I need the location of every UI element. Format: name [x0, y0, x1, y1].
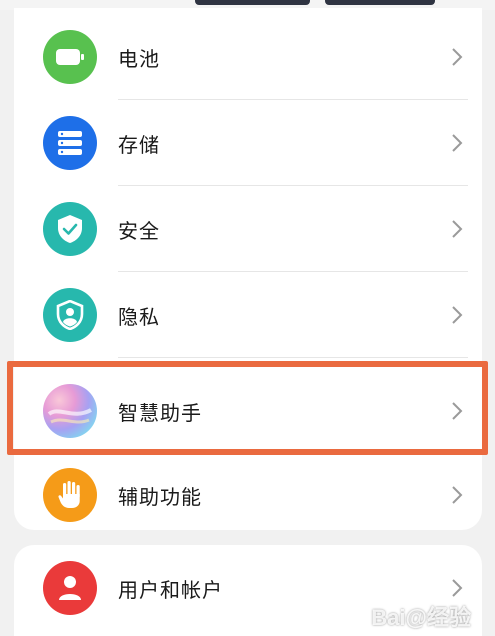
settings-screen: 电池 存储 安全 隐私 智慧助手 辅助功能 用户和帐户 Bai@经验 — [0, 0, 495, 636]
settings-group-main: 电池 存储 安全 隐私 智慧助手 辅助功能 — [14, 8, 482, 530]
watermark: Bai@经验 — [371, 605, 471, 630]
privacy-shield-icon — [43, 288, 97, 342]
settings-item-storage[interactable]: 存储 — [14, 100, 482, 186]
battery-icon — [43, 30, 97, 84]
chevron-right-icon — [452, 579, 463, 597]
settings-item-security[interactable]: 安全 — [14, 186, 482, 272]
settings-item-battery[interactable]: 电池 — [14, 14, 482, 100]
shield-check-icon — [43, 202, 97, 256]
chevron-right-icon — [452, 48, 463, 66]
hand-icon — [43, 468, 97, 522]
storage-icon — [43, 116, 97, 170]
chevron-right-icon — [452, 134, 463, 152]
settings-item-label: 安全 — [118, 218, 160, 243]
status-bar-shadow — [325, 0, 435, 5]
settings-item-accessibility[interactable]: 辅助功能 — [14, 452, 482, 538]
settings-item-label: 电池 — [118, 46, 160, 71]
chevron-right-icon — [452, 486, 463, 504]
settings-item-privacy[interactable]: 隐私 — [14, 272, 482, 358]
user-icon — [43, 561, 97, 615]
chevron-right-icon — [452, 402, 463, 420]
status-bar-shadow — [195, 0, 310, 5]
settings-item-label: 智慧助手 — [118, 400, 202, 425]
divider — [118, 357, 468, 358]
smart-assistant-icon — [43, 384, 97, 438]
settings-item-label: 用户和帐户 — [118, 577, 223, 602]
settings-item-label: 隐私 — [118, 304, 160, 329]
chevron-right-icon — [452, 220, 463, 238]
chevron-right-icon — [452, 306, 463, 324]
settings-item-smart-assistant[interactable]: 智慧助手 — [14, 368, 482, 454]
settings-item-label: 存储 — [118, 132, 160, 157]
settings-item-label: 辅助功能 — [118, 484, 202, 509]
